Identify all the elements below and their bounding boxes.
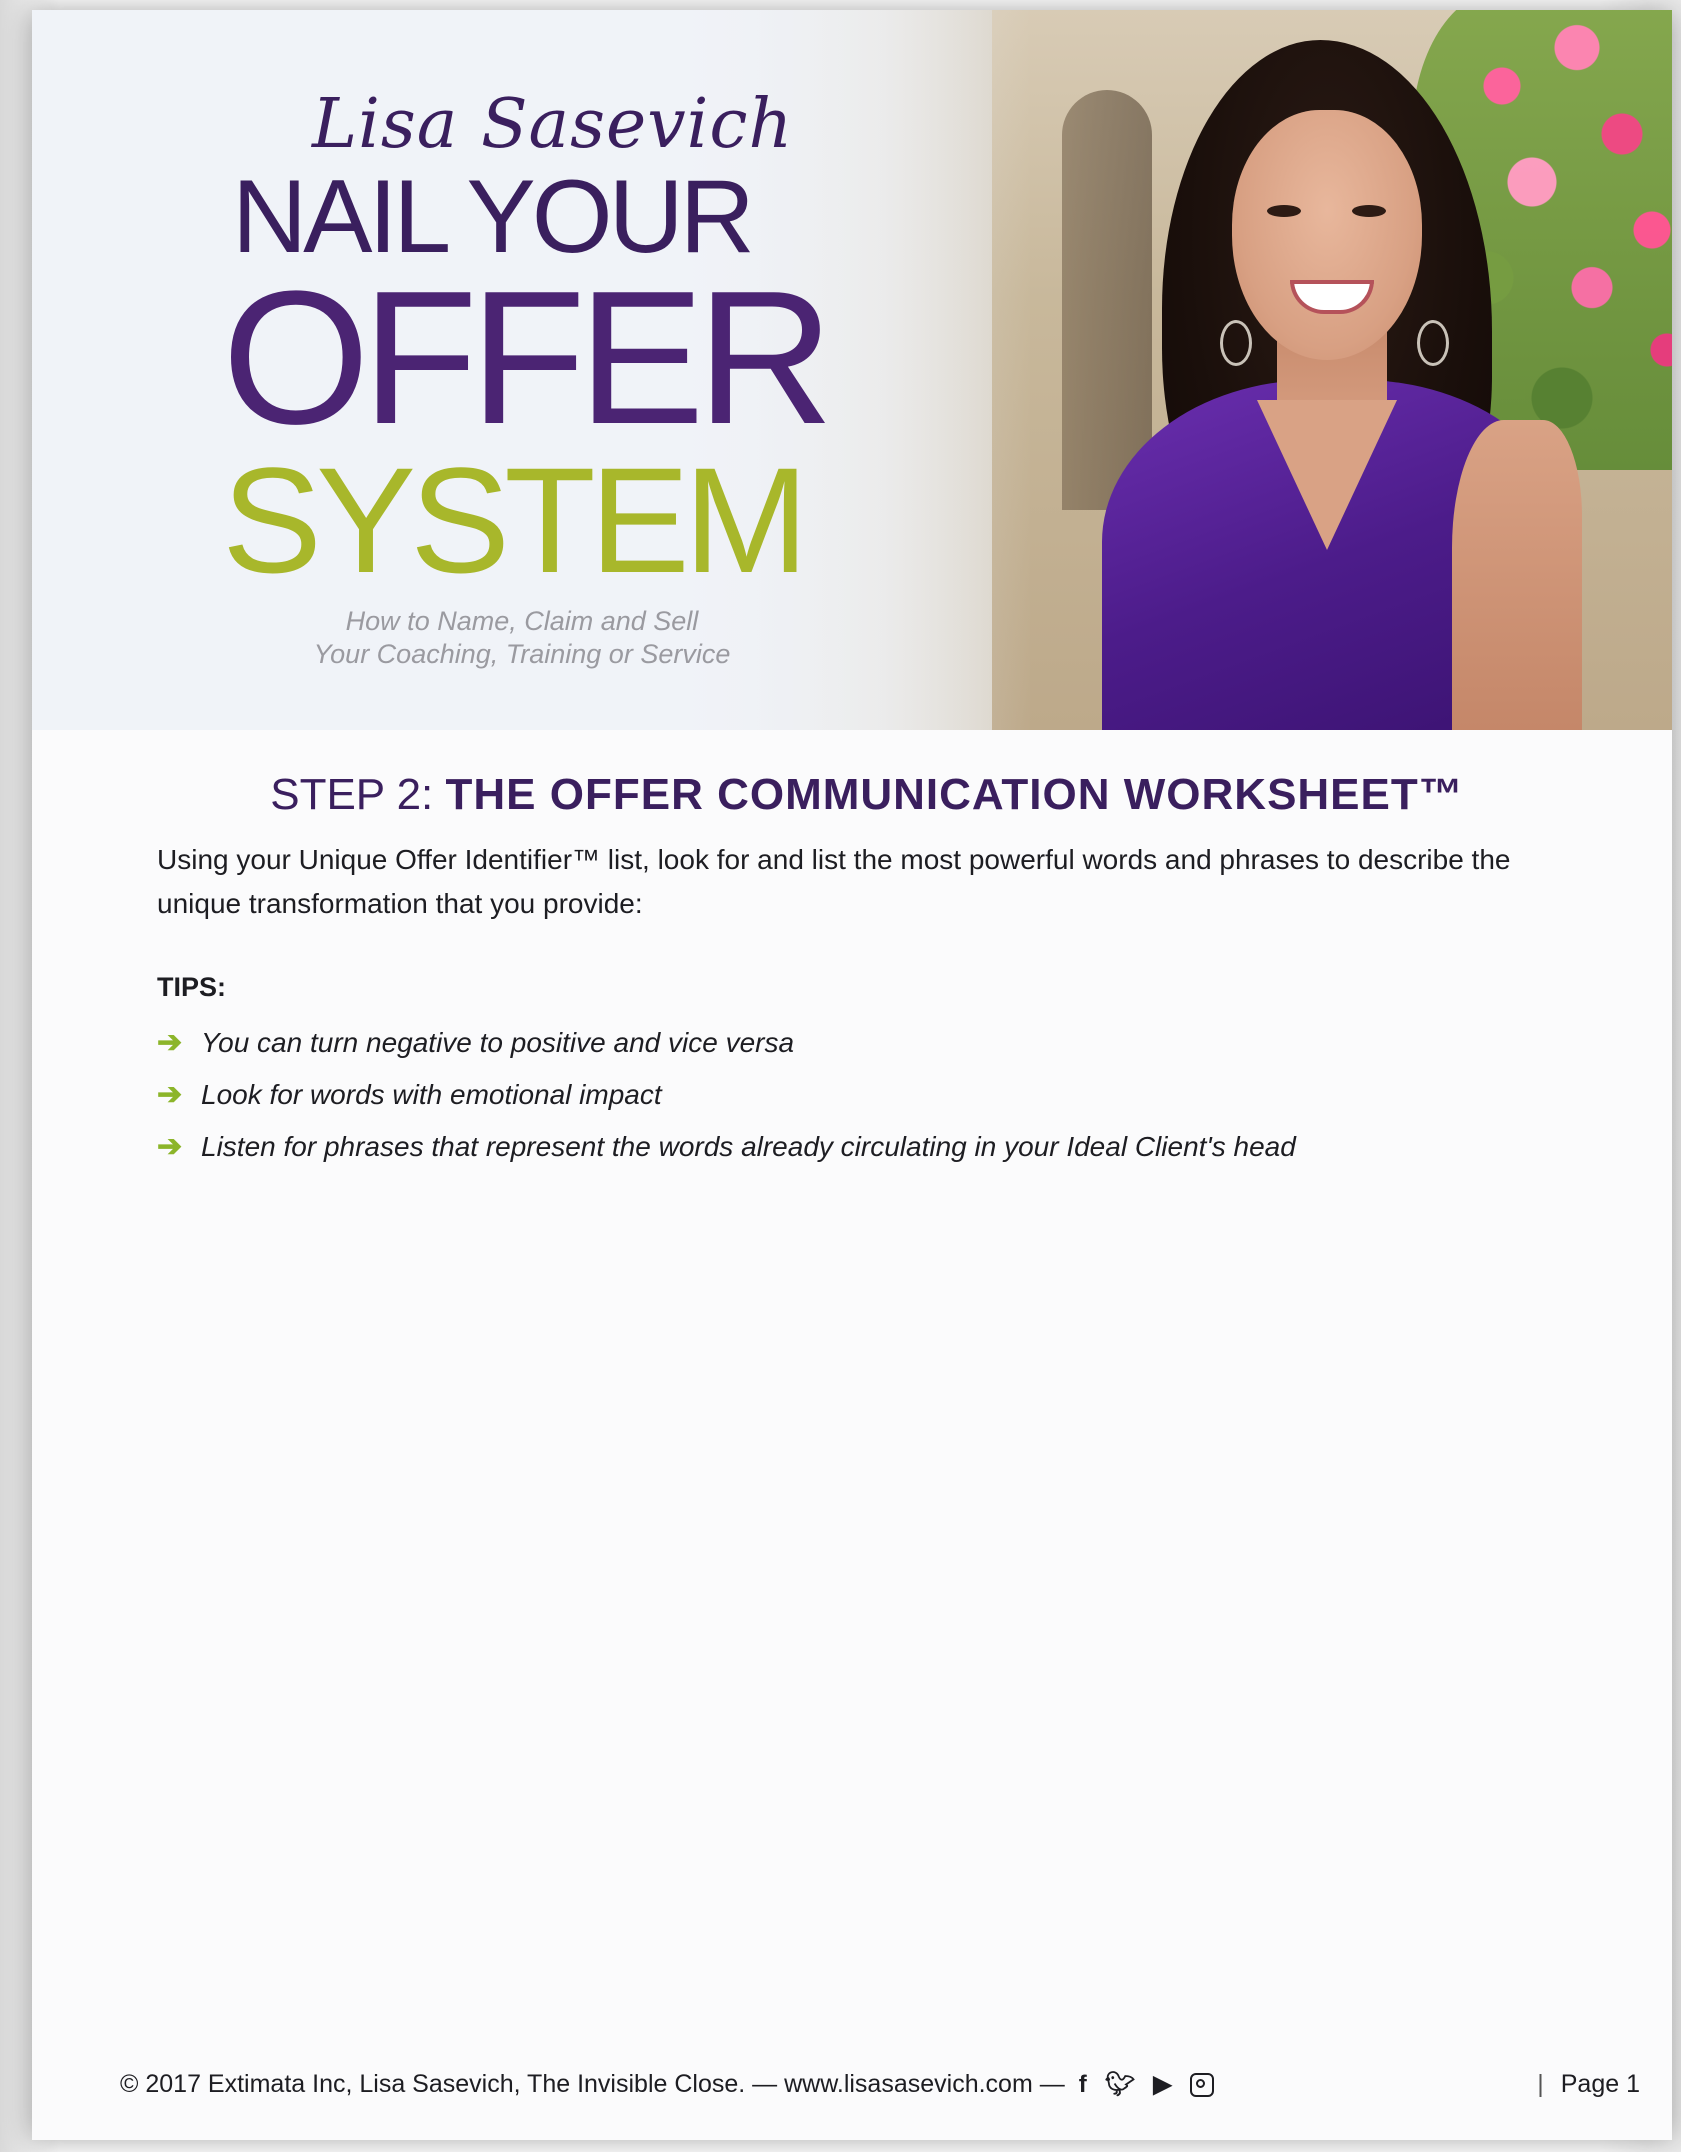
header-banner: Lisa Sasevich NAIL YOUR OFFER SYSTEM How… — [32, 10, 1672, 730]
arrow-right-icon: ➔ — [157, 1078, 183, 1111]
instagram-icon[interactable] — [1189, 2072, 1214, 2097]
social-links: f 🐦︎ ▶ — [1079, 2070, 1214, 2099]
twitter-icon[interactable]: 🐦︎ — [1105, 2070, 1135, 2099]
author-photo — [1062, 30, 1622, 730]
page-footer: © 2017 Extimata Inc, Lisa Sasevich, The … — [120, 2070, 1640, 2099]
tips-list: ➔ You can turn negative to positive and … — [157, 1027, 1577, 1163]
worksheet-title: THE OFFER COMMUNICATION WORKSHEET™ — [445, 770, 1464, 819]
page-number: | Page 1 — [1521, 2070, 1640, 2099]
tip-text: Look for words with emotional impact — [201, 1079, 662, 1110]
arrow-right-icon: ➔ — [157, 1026, 183, 1059]
page-separator: | — [1537, 2070, 1544, 2098]
page-label: Page 1 — [1560, 2070, 1640, 2098]
logo-line-offer: OFFER — [222, 252, 834, 464]
tip-text: You can turn negative to positive and vi… — [201, 1027, 795, 1058]
tips-heading: TIPS: — [157, 972, 227, 1002]
logo-tagline: How to Name, Claim and Sell Your Coachin… — [282, 605, 762, 671]
intro-text: Using your Unique Offer Identifier™ list… — [157, 844, 1511, 919]
page-title: STEP 2: THE OFFER COMMUNICATION WORKSHEE… — [157, 770, 1577, 820]
list-item: ➔ Listen for phrases that represent the … — [157, 1131, 1577, 1163]
logo-signature: Lisa Sasevich — [312, 85, 794, 164]
tagline-line-1: How to Name, Claim and Sell — [345, 606, 699, 636]
logo-line-system: SYSTEM — [222, 436, 809, 604]
worksheet-page: Lisa Sasevich NAIL YOUR OFFER SYSTEM How… — [32, 10, 1672, 2140]
list-item: ➔ You can turn negative to positive and … — [157, 1027, 1577, 1059]
worksheet-content: STEP 2: THE OFFER COMMUNICATION WORKSHEE… — [157, 770, 1577, 1183]
facebook-icon[interactable]: f — [1079, 2071, 1087, 2099]
tagline-line-2: Your Coaching, Training or Service — [313, 639, 731, 669]
list-item: ➔ Look for words with emotional impact — [157, 1079, 1577, 1111]
youtube-icon[interactable]: ▶ — [1153, 2070, 1171, 2099]
tip-text: Listen for phrases that represent the wo… — [201, 1131, 1296, 1162]
footer-copyright: © 2017 Extimata Inc, Lisa Sasevich, The … — [120, 2070, 1065, 2098]
step-label: STEP 2: — [270, 770, 434, 819]
arrow-right-icon: ➔ — [157, 1130, 183, 1163]
